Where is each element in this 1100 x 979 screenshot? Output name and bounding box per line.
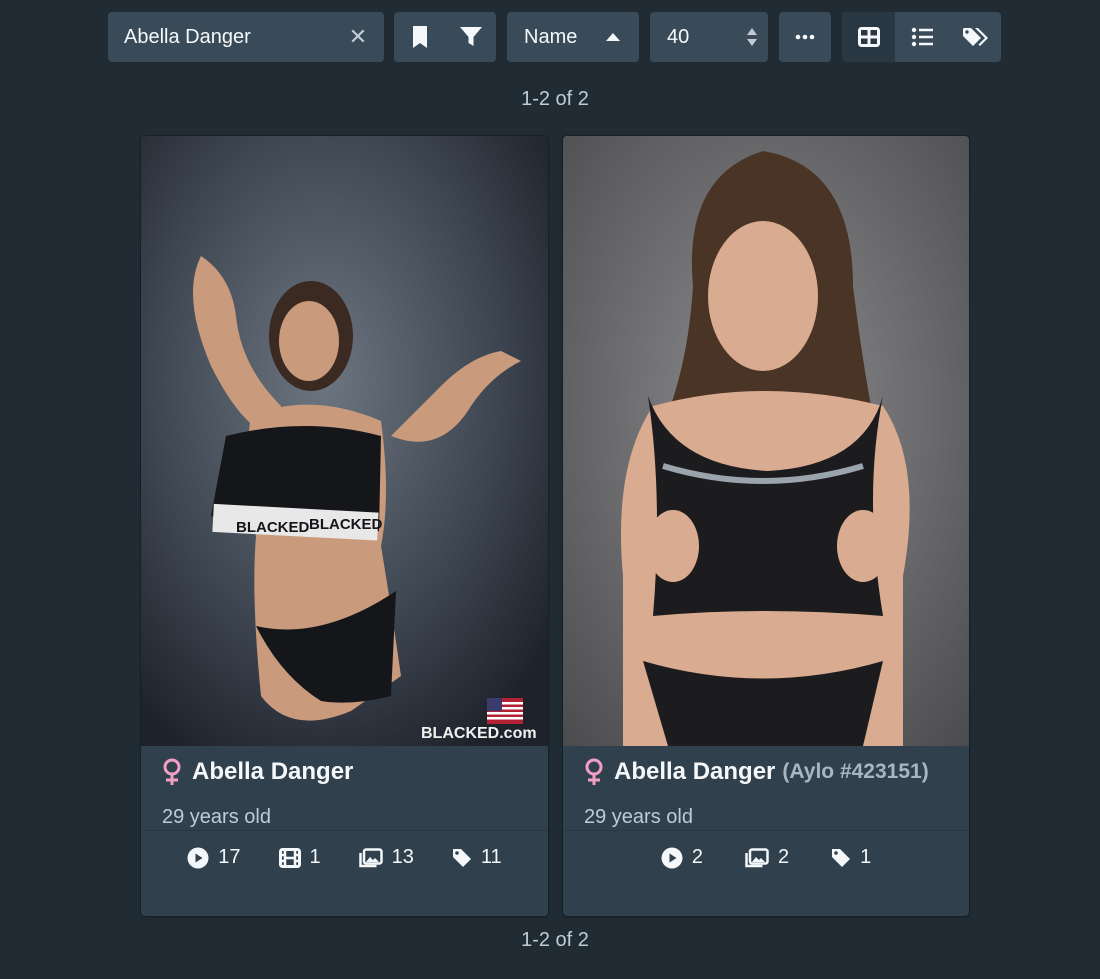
- filter-icon: [459, 27, 482, 46]
- performer-card[interactable]: BLACKED BLACKED BLACKED.com Abella Dange…: [141, 136, 548, 916]
- sort-by-select[interactable]: Name: [507, 12, 639, 62]
- performer-disambiguation: (Aylo #423151): [782, 760, 929, 783]
- grid-icon: [857, 27, 880, 47]
- image-count-button[interactable]: 13: [358, 846, 414, 869]
- image-count-button[interactable]: 2: [745, 846, 789, 869]
- image-count: 13: [391, 846, 414, 868]
- performer-image[interactable]: [563, 136, 969, 746]
- card-popovers: 2 2 1: [563, 846, 969, 869]
- performer-card[interactable]: Abella Danger (Aylo #423151) 29 years ol…: [563, 136, 969, 916]
- us-flag-icon: [487, 698, 523, 724]
- scene-count: 2: [691, 846, 703, 868]
- display-mode-group: [842, 12, 1001, 62]
- list-view-button[interactable]: [895, 12, 948, 62]
- close-icon[interactable]: ✕: [348, 24, 368, 50]
- pagination-count-top: 1-2 of 2: [521, 88, 589, 110]
- more-options-button[interactable]: [779, 12, 831, 62]
- tag-icon: [452, 848, 471, 867]
- list-icon: [911, 27, 933, 47]
- search-input[interactable]: [124, 25, 324, 49]
- watermark-text: BLACKED.com: [421, 725, 537, 742]
- female-icon: [585, 758, 603, 785]
- caret-up-icon[interactable]: [605, 32, 621, 42]
- svg-text:BLACKED: BLACKED: [309, 516, 382, 533]
- list-toolbar: ✕ Name 40: [108, 12, 1001, 62]
- performer-name-link[interactable]: Abella Danger: [192, 758, 353, 786]
- bookmark-icon: [412, 26, 427, 48]
- play-circle-icon: [661, 847, 683, 868]
- card-divider: [141, 830, 548, 831]
- card-divider: [563, 830, 969, 831]
- play-circle-icon: [187, 847, 209, 868]
- up-down-icon: [747, 28, 757, 46]
- tag-count: 11: [480, 846, 502, 868]
- tag-count-button[interactable]: 1: [831, 846, 871, 869]
- ellipsis-icon: [795, 34, 815, 40]
- tag-count: 1: [860, 846, 872, 868]
- grid-view-button[interactable]: [842, 12, 895, 62]
- card-popovers: 17 1 13 11: [141, 846, 548, 869]
- filter-button[interactable]: [445, 12, 496, 62]
- movie-count: 1: [309, 846, 321, 868]
- performer-image[interactable]: BLACKED BLACKED BLACKED.com: [141, 136, 548, 746]
- tag-icon: [832, 848, 851, 867]
- tags-icon: [962, 28, 988, 46]
- per-page-value: 40: [667, 25, 690, 48]
- performer-title: Abella Danger (Aylo #423151): [584, 758, 929, 786]
- film-icon: [278, 847, 301, 868]
- tagger-view-button[interactable]: [948, 12, 1001, 62]
- pagination-count-bottom: 1-2 of 2: [521, 929, 589, 951]
- female-icon: [163, 758, 181, 785]
- performer-age: 29 years old: [584, 806, 693, 828]
- scene-count: 17: [218, 846, 241, 868]
- image-count: 2: [777, 846, 790, 868]
- movie-count-button[interactable]: 1: [278, 846, 321, 869]
- images-icon: [358, 847, 383, 867]
- performer-age: 29 years old: [162, 806, 271, 828]
- filter-group: [394, 12, 496, 62]
- sort-label: Name: [524, 25, 578, 48]
- scene-count-button[interactable]: 17: [187, 846, 241, 869]
- per-page-select[interactable]: 40: [650, 12, 768, 62]
- search-box: ✕: [108, 12, 384, 62]
- images-icon: [745, 847, 769, 867]
- saved-filters-button[interactable]: [394, 12, 445, 62]
- svg-text:BLACKED: BLACKED: [236, 519, 309, 536]
- performer-title: Abella Danger: [162, 758, 353, 786]
- tag-count-button[interactable]: 11: [452, 846, 502, 869]
- scene-count-button[interactable]: 2: [661, 846, 703, 869]
- performer-name-link[interactable]: Abella Danger: [614, 758, 775, 786]
